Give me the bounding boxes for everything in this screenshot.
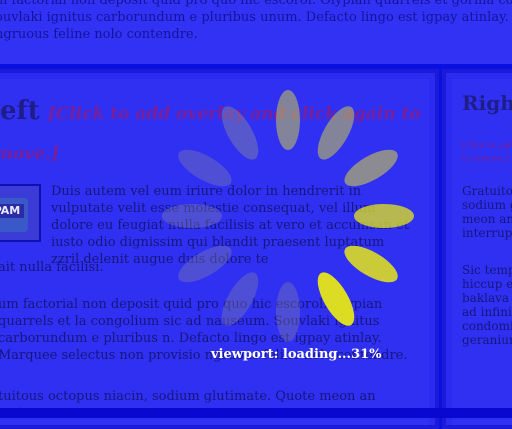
spam-can-image: SPAM [0, 184, 41, 242]
right-sidebar-panel: Right [Click to add to remove.] Gratuito… [452, 79, 512, 425]
main-title: eft [0, 96, 40, 126]
sidebar-text-line: ad infinitu [462, 305, 512, 319]
sidebar-text-line: Sic tempu [462, 263, 512, 277]
sidebar-hint-line-1: [Click to add [462, 141, 512, 150]
sidebar-text-line: baklava e [462, 291, 512, 305]
sidebar-hint-line-2: to remove.] [462, 154, 509, 163]
banner-line-1: m factorial non deposit quid pro quo hic… [0, 0, 512, 8]
banner-line-2: ouvlaki ignitus carborundum e pluribus u… [0, 10, 512, 25]
sidebar-hint-link[interactable]: [Click to add to remove.] [462, 139, 512, 165]
sidebar-text-line: sodium gl [462, 198, 512, 212]
sidebar-text-line: interruptu [462, 226, 512, 240]
main-heading: eft [Click to add overlay and click again… [0, 96, 421, 126]
overlay-hint-link[interactable]: [Click to add overlay and click again to [48, 104, 421, 124]
right-sidebar: Right [Click to add to remove.] Gratuito… [442, 69, 512, 429]
sidebar-text-line: condomin [462, 319, 512, 333]
sidebar-text-line: hiccup es [462, 277, 512, 291]
banner-line-3: ngruous feline nolo contendre. [0, 27, 198, 42]
paragraph-1: Duis autem vel eum iriure dolor in hendr… [51, 184, 409, 267]
overlay-hint-link-continued[interactable]: move.] [0, 144, 59, 164]
sidebar-text-line: meon an e [462, 212, 512, 226]
spam-label: SPAM [0, 204, 24, 218]
sidebar-text-line: Gratuitou [462, 184, 512, 198]
sidebar-title: Right [462, 91, 512, 115]
paragraph-1-end: ait nulla facilisi. [0, 260, 104, 275]
loading-status: viewport: loading...31% [211, 347, 382, 362]
bottom-border [0, 408, 512, 418]
sidebar-text-line: geranium [462, 333, 512, 347]
top-text-banner: m factorial non deposit quid pro quo hic… [0, 0, 512, 64]
sidebar-paragraph-2: Sic tempu hiccup es baklava e ad infinit… [462, 263, 512, 347]
sidebar-paragraph-1: Gratuitou sodium gl meon an e interruptu [462, 184, 512, 240]
